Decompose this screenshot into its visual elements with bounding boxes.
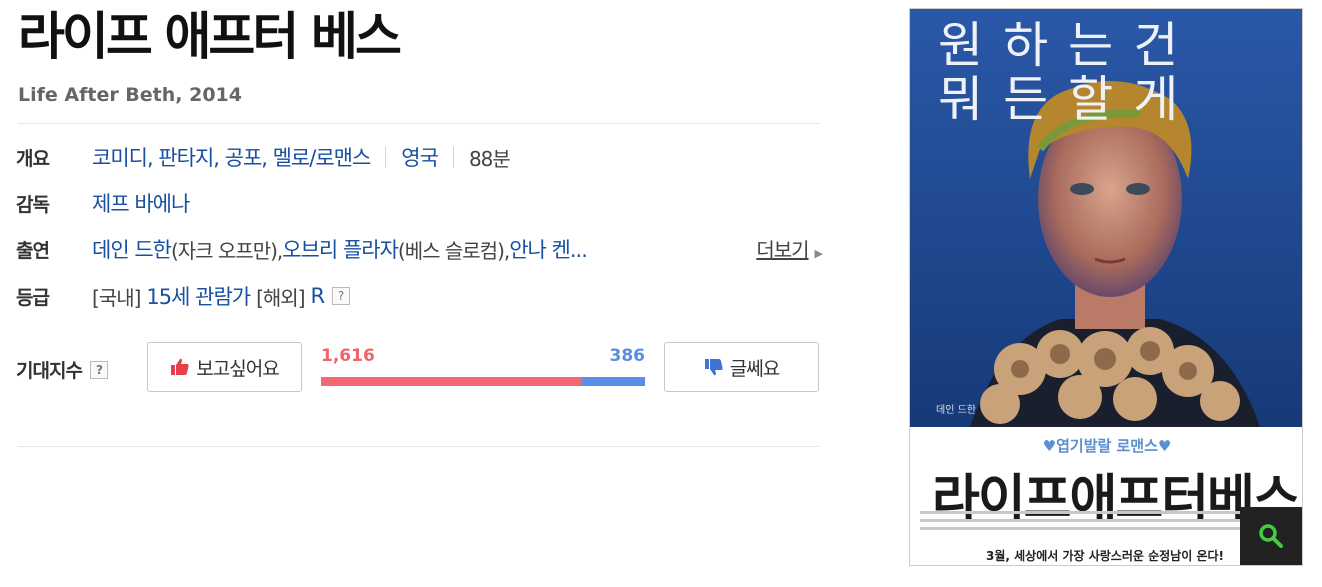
cast-row: 출연 데인 드한 (자크 오프만), 오브리 플라자 (베스 슬로컴), 안나 … [16,234,824,264]
thumbs-down-icon [704,359,723,376]
expectation-label: 기대지수 [16,360,83,382]
rating-help-icon[interactable]: ? [332,287,351,305]
country-link[interactable]: 영국 [401,142,439,172]
rating-foreign-link[interactable]: R [311,284,326,308]
divider-bottom [18,446,820,447]
movie-subtitle: Life After Beth, 2014 [18,84,243,106]
rating-foreign-prefix: [해외] [256,285,305,310]
triangle-right-icon: ▶ [814,247,824,260]
director-link[interactable]: 제프 바에나 [92,188,190,218]
poster-credit: 데인 드한 [936,405,976,416]
dislike-count: 386 [609,346,646,366]
actor-link[interactable]: 데인 드한 [92,234,172,264]
runtime: 88분 [468,146,511,171]
expectation-label-group: 기대지수 ? [16,356,108,383]
overview-row: 개요 코미디, 판타지, 공포, 멜로/로맨스 영국 88분 [16,142,511,172]
more-cast-label: 더보기 [756,238,809,262]
divider-top [18,123,820,124]
separator [452,146,454,168]
expectation-bar [321,377,645,386]
director-row: 감독 제프 바에나 [16,188,190,218]
movie-poster[interactable]: 원하는건 뭐든할게 데인 드한 ♥엽기발랄 로맨스♥ 라이프애프터베스 3월, … [909,8,1303,566]
poster-release: 3월, 세상에서 가장 사랑스러운 순정남이 온다! [986,549,1224,563]
magnifier-icon [1259,524,1283,548]
expectation-bar-like-fill [321,377,583,386]
director-label: 감독 [16,193,50,216]
poster-tagline-line: 뭐든할게 [938,71,1199,128]
poster-subtag: ♥엽기발랄 로맨스♥ [1042,437,1172,455]
dislike-button-label: 글쎄요 [729,357,780,380]
more-cast-link[interactable]: 더보기 ▶ [756,234,824,263]
poster-fine-print [920,511,1294,533]
poster-tagline: 원하는건 뭐든할게 [938,19,1258,127]
rating-domestic-prefix: [국내] [92,285,141,310]
expectation-help-icon[interactable]: ? [89,360,108,379]
rating-row: 등급 [국내] 15세 관람가 [해외] R ? [16,281,351,311]
cast-label: 출연 [16,239,50,262]
rating-label: 등급 [16,286,50,309]
actor-role: (자크 오프만), [170,238,283,263]
genre-links[interactable]: 코미디, 판타지, 공포, 멜로/로맨스 [92,142,371,172]
movie-title: 라이프 애프터 베스 [18,8,402,67]
separator [385,146,387,168]
zoom-button[interactable] [1240,507,1302,565]
actor-role: (베스 슬로컴), [397,238,510,263]
overview-label: 개요 [16,147,50,170]
like-button-label: 보고싶어요 [196,357,279,380]
rating-domestic-link[interactable]: 15세 관람가 [146,281,251,311]
like-button[interactable]: 보고싶어요 [147,342,302,392]
thumbs-up-icon [171,358,189,375]
like-count: 1,616 [321,346,375,366]
dislike-button[interactable]: 글쎄요 [664,342,819,392]
poster-tagline-line: 원하는건 [938,17,1199,74]
actor-link[interactable]: 오브리 플라자 [282,234,399,264]
actor-link[interactable]: 안나 켄... [509,234,588,264]
